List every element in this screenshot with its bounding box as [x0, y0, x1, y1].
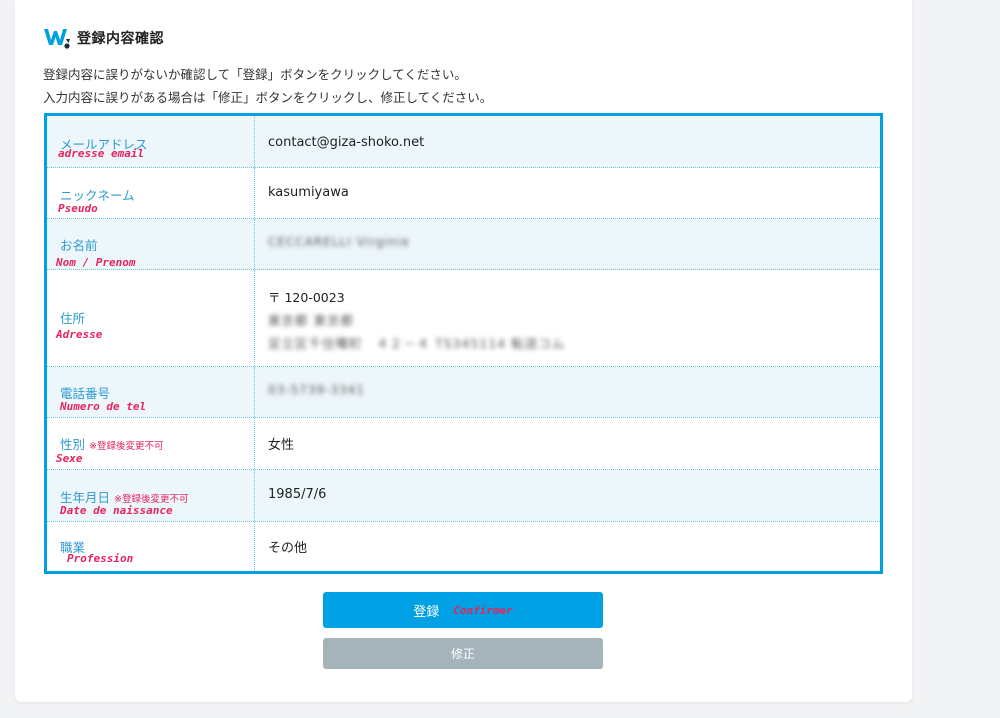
row-annotation: Pseudo — [58, 202, 98, 215]
row-label: 性別 ※登録後変更不可 — [60, 434, 163, 453]
row-label-cell: 住所 Adresse — [47, 270, 255, 366]
section-heading: 登録内容確認 — [43, 26, 164, 50]
table-row-name: お名前 Nom / Prenom CECCARELLI Virginie — [47, 219, 880, 270]
instruction-line-1: 登録内容に誤りがないか確認して「登録」ボタンをクリックしてください。 — [43, 67, 467, 82]
row-value-cell: 1985/7/6 — [255, 470, 880, 521]
row-value-cell: kasumiyawa — [255, 168, 880, 218]
register-button-label: 登録 — [413, 604, 440, 620]
table-row-address: 住所 Adresse 〒 120-0023 東京都 東京都 足立区千住曙町 ４２… — [47, 270, 880, 367]
table-row-birthdate: 生年月日 ※登録後変更不可 Date de naissance 1985/7/6 — [47, 470, 880, 522]
row-annotation: Date de naissance — [60, 504, 173, 517]
register-button-annotation: Confirmer — [453, 603, 513, 617]
row-label-cell: ニックネーム Pseudo — [47, 168, 255, 218]
row-label-cell: 性別 ※登録後変更不可 Sexe — [47, 418, 255, 469]
row-label-note: ※登録後変更不可 — [89, 441, 164, 452]
row-value-cell: 女性 — [255, 418, 880, 469]
row-value-redacted: 03-5739-3341 — [268, 383, 366, 397]
row-annotation: Adresse — [56, 328, 103, 341]
row-label-cell: お名前 Nom / Prenom — [47, 219, 255, 269]
table-row-email: メールアドレス adresse email contact@giza-shoko… — [47, 116, 880, 168]
instructions: 登録内容に誤りがないか確認して「登録」ボタンをクリックしてください。 入力内容に… — [43, 63, 492, 109]
row-annotation: Nom / Prenom — [56, 256, 136, 269]
row-label-cell: メールアドレス adresse email — [47, 116, 255, 167]
table-row-gender: 性別 ※登録後変更不可 Sexe 女性 — [47, 418, 880, 470]
instruction-line-2: 入力内容に誤りがある場合は「修正」ボタンをクリックし、修正してください。 — [43, 90, 493, 105]
row-value-cell: 〒 120-0023 東京都 東京都 足立区千住曙町 ４２－４ TS345114… — [255, 270, 880, 366]
address-street: 足立区千住曙町 ４２－４ TS345114 転送コム — [268, 336, 566, 351]
register-button[interactable]: 登録 Confirmer — [323, 592, 603, 628]
modify-button[interactable]: 修正 — [323, 638, 603, 669]
row-value-cell: その他 — [255, 522, 880, 571]
brand-logo-icon — [44, 29, 70, 49]
row-value: kasumiyawa — [268, 185, 349, 200]
table-row-occupation: 職業 Profession その他 — [47, 522, 880, 571]
row-annotation: Profession — [67, 552, 134, 565]
row-value: contact@giza-shoko.net — [268, 135, 425, 150]
row-label-text: 性別 — [60, 437, 86, 452]
address-postal-code: 〒 120-0023 — [268, 290, 345, 305]
row-label-cell: 職業 Profession — [47, 522, 255, 571]
row-annotation: Numero de tel — [60, 400, 147, 413]
row-value-cell: contact@giza-shoko.net — [255, 116, 880, 167]
row-label-cell: 生年月日 ※登録後変更不可 Date de naissance — [47, 470, 255, 521]
address-prefecture: 東京都 東京都 — [268, 313, 354, 328]
row-value: 女性 — [268, 438, 295, 453]
confirmation-table: メールアドレス adresse email contact@giza-shoko… — [44, 113, 883, 574]
row-label: 住所 — [60, 311, 86, 326]
row-label-cell: 電話番号 Numero de tel — [47, 367, 255, 417]
table-row-nickname: ニックネーム Pseudo kasumiyawa — [47, 168, 880, 219]
row-value-cell: CECCARELLI Virginie — [255, 219, 880, 269]
table-row-phone: 電話番号 Numero de tel 03-5739-3341 — [47, 367, 880, 418]
row-label-text: 生年月日 — [60, 490, 111, 505]
row-annotation: Sexe — [56, 452, 83, 465]
page-title: 登録内容確認 — [77, 31, 164, 47]
row-value-cell: 03-5739-3341 — [255, 367, 880, 417]
row-label: お名前 — [60, 238, 98, 253]
row-value: 1985/7/6 — [268, 487, 327, 502]
modify-button-label: 修正 — [450, 647, 475, 661]
row-annotation: adresse email — [58, 147, 145, 160]
row-value: その他 — [268, 541, 308, 556]
row-value-redacted: CECCARELLI Virginie — [268, 235, 410, 249]
confirmation-card: 登録内容確認 登録内容に誤りがないか確認して「登録」ボタンをクリックしてください… — [15, 0, 912, 702]
